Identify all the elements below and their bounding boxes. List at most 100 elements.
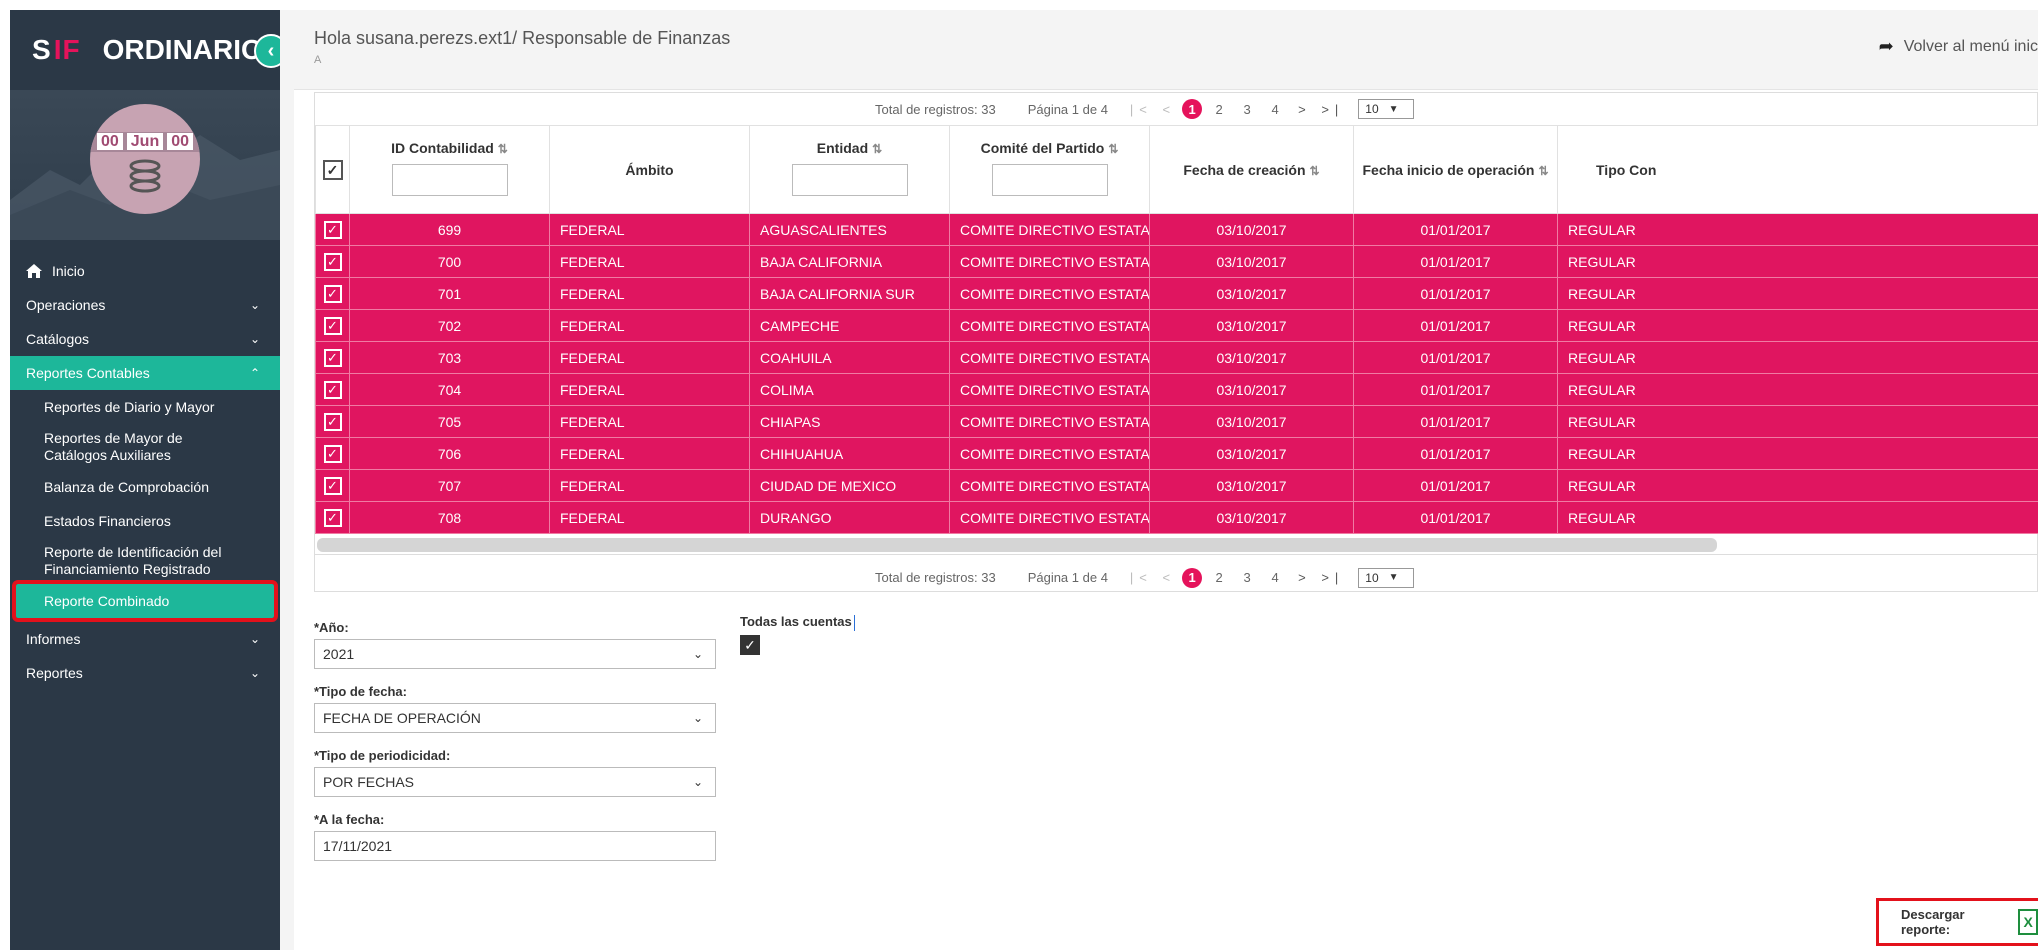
sidebar-subitem-estados-financieros[interactable]: Estados Financieros	[10, 504, 280, 538]
cell-comite: COMITE DIRECTIVO ESTATAL	[949, 245, 1150, 278]
page-button-1[interactable]: 1	[1182, 567, 1203, 588]
sidebar-item-reportes-contables[interactable]: Reportes Contables ⌃	[10, 356, 280, 390]
header-fecha-inicio[interactable]: Fecha inicio de operación ⇅	[1353, 125, 1558, 214]
table-row[interactable]: ✓ 700 FEDERAL BAJA CALIFORNIA COMITE DIRECTI…	[315, 245, 2038, 278]
app-title: ORDINARIO	[102, 34, 263, 65]
table-row[interactable]: ✓ 707 FEDERAL CIUDAD DE MEXICO COMITE DIRECT…	[315, 469, 2038, 502]
field-a-la-fecha: *A la fecha: 17/11/2021	[314, 812, 716, 861]
table-row[interactable]: ✓ 703 FEDERAL COAHUILA COMITE DIRECTIVO ESTA…	[315, 341, 2038, 374]
cell-tipo: REGULAR	[1557, 469, 2038, 502]
sidebar-subitem-label: Reporte Combinado	[44, 592, 170, 609]
row-checkbox[interactable]: ✓	[323, 380, 342, 399]
anio-select[interactable]: 2021 ⌄	[314, 639, 716, 669]
sort-icon[interactable]: ⇅	[1108, 142, 1118, 156]
row-checkbox[interactable]: ✓	[323, 348, 342, 367]
sidebar-subitem-diario-mayor[interactable]: Reportes de Diario y Mayor	[10, 390, 280, 424]
first-prev-page-button[interactable]: |< <	[1130, 102, 1176, 117]
row-checkbox[interactable]: ✓	[323, 284, 342, 303]
cell-ambito: FEDERAL	[549, 373, 750, 406]
table-row[interactable]: ✓ 704 FEDERAL COLIMA COMITE DIRECTIVO ESTATA…	[315, 373, 2038, 406]
header-id-contabilidad[interactable]: ID Contabilidad ⇅	[349, 125, 550, 214]
table-row[interactable]: ✓ 702 FEDERAL CAMPECHE COMITE DIRECTIVO ESTA…	[315, 309, 2038, 342]
periodicidad-select[interactable]: POR FECHAS ⌄	[314, 767, 716, 797]
accounts-table: ✓ ID Contabilidad ⇅ Ámbito Entidad ⇅ Comit…	[315, 125, 2038, 534]
page-button-2[interactable]: 2	[1208, 98, 1230, 120]
sidebar-item-reportes[interactable]: Reportes ⌄	[10, 656, 280, 690]
table-row[interactable]: ✓ 701 FEDERAL BAJA CALIFORNIA SUR COMITE DIR…	[315, 277, 2038, 310]
filter-input-comite[interactable]	[991, 164, 1108, 196]
filter-input-id[interactable]	[391, 164, 508, 196]
back-arrow-icon: ➦	[1878, 36, 1894, 56]
page-button-2[interactable]: 2	[1208, 567, 1230, 589]
filter-input-entidad[interactable]	[791, 164, 908, 196]
page-size-select[interactable]: 10 ▼	[1358, 99, 1415, 119]
table-row[interactable]: ✓ 708 FEDERAL DURANGO COMITE DIRECTIVO ESTAT…	[315, 501, 2038, 534]
cell-id: 704	[349, 373, 550, 406]
next-last-page-button[interactable]: > >|	[1298, 102, 1344, 117]
sidebar-item-label: Inicio	[52, 263, 85, 279]
select-value: FECHA DE OPERACIÓN	[323, 710, 481, 726]
sort-icon[interactable]: ⇅	[1310, 164, 1320, 178]
sort-icon[interactable]: ⇅	[872, 142, 882, 156]
page-button-3[interactable]: 3	[1236, 98, 1258, 120]
select-all-checkbox[interactable]: ✓	[322, 159, 343, 180]
cell-entidad: CIUDAD DE MEXICO	[749, 469, 950, 502]
todas-cuentas-checkbox[interactable]: ✓	[740, 634, 760, 655]
page-button-4[interactable]: 4	[1264, 98, 1286, 120]
cell-fecha-creacion: 03/10/2017	[1149, 501, 1354, 534]
row-checkbox[interactable]: ✓	[323, 444, 342, 463]
sidebar-subitem-reporte-combinado[interactable]: Reporte Combinado	[12, 580, 278, 622]
header-ambito: Ámbito	[549, 125, 750, 214]
back-to-menu-link[interactable]: ➦ Volver al menú inic	[1879, 36, 2038, 57]
page-button-3[interactable]: 3	[1236, 567, 1258, 589]
next-last-page-button[interactable]: > >|	[1298, 570, 1344, 585]
page-button-1[interactable]: 1	[1182, 99, 1203, 119]
horizontal-scrollbar[interactable]	[315, 536, 2037, 554]
row-checkbox[interactable]: ✓	[323, 316, 342, 335]
table-row[interactable]: ✓ 706 FEDERAL CHIHUAHUA COMITE DIRECTIVO EST…	[315, 437, 2038, 470]
sidebar-item-informes[interactable]: Informes ⌄	[10, 622, 280, 656]
table-row[interactable]: ✓ 699 FEDERAL AGUASCALIENTES COMITE DIRECTIV…	[315, 213, 2038, 246]
row-select-cell: ✓	[315, 373, 350, 406]
header-entidad[interactable]: Entidad ⇅	[749, 125, 950, 214]
avatar[interactable]: 00 Jun 00	[90, 104, 200, 214]
sort-icon[interactable]: ⇅	[1538, 164, 1548, 178]
row-checkbox[interactable]: ✓	[323, 252, 342, 271]
logo-if: IF	[53, 34, 81, 65]
row-checkbox[interactable]: ✓	[323, 220, 342, 239]
app-root: S IF ORDINARIO ‹ 00 Jun 00 Inicio Operac…	[0, 0, 2038, 950]
sort-icon[interactable]: ⇅	[498, 142, 508, 156]
header-label: Fecha de creación	[1183, 161, 1306, 178]
row-checkbox[interactable]: ✓	[323, 476, 342, 495]
row-checkbox[interactable]: ✓	[323, 412, 342, 431]
cell-fecha-inicio: 01/01/2017	[1353, 469, 1558, 502]
row-select-cell: ✓	[315, 245, 350, 278]
field-label: *Tipo de fecha:	[314, 684, 407, 699]
sidebar-item-inicio[interactable]: Inicio	[10, 254, 280, 288]
back-link-label: Volver al menú inic	[1903, 37, 2038, 55]
scrollbar-thumb[interactable]	[317, 538, 1717, 552]
sidebar-item-catalogos[interactable]: Catálogos ⌄	[10, 322, 280, 356]
header-comite[interactable]: Comité del Partido ⇅	[949, 125, 1150, 214]
tipo-fecha-select[interactable]: FECHA DE OPERACIÓN ⌄	[314, 703, 716, 733]
table-row[interactable]: ✓ 705 FEDERAL CHIAPAS COMITE DIRECTIVO ESTAT…	[315, 405, 2038, 438]
sidebar-subitem-mayor-catalogos[interactable]: Reportes de Mayor de Catálogos Auxiliare…	[10, 424, 280, 470]
cell-fecha-inicio: 01/01/2017	[1353, 373, 1558, 406]
sidebar-subitem-label: Reportes de Diario y Mayor	[44, 398, 215, 415]
cell-tipo: REGULAR	[1557, 501, 2038, 534]
row-checkbox[interactable]: ✓	[323, 508, 342, 527]
first-prev-page-button[interactable]: |< <	[1130, 570, 1176, 585]
excel-file-icon[interactable]: X	[2018, 909, 2038, 935]
header-label: Entidad	[816, 140, 869, 156]
field-label: *Tipo de periodicidad:	[314, 748, 451, 763]
cell-id: 702	[349, 309, 550, 342]
sidebar-subitem-balanza[interactable]: Balanza de Comprobación	[10, 470, 280, 504]
page-button-4[interactable]: 4	[1264, 567, 1286, 589]
header-fecha-creacion[interactable]: Fecha de creación ⇅	[1149, 125, 1354, 214]
header-select-all[interactable]: ✓	[315, 125, 350, 214]
sidebar-subitem-identificacion-financiamiento[interactable]: Reporte de Identificación del Financiami…	[10, 538, 280, 584]
cell-tipo: REGULAR	[1557, 213, 2038, 246]
sidebar-item-operaciones[interactable]: Operaciones ⌄	[10, 288, 280, 322]
a-la-fecha-input[interactable]: 17/11/2021	[314, 831, 716, 861]
page-size-select[interactable]: 10 ▼	[1358, 567, 1415, 588]
